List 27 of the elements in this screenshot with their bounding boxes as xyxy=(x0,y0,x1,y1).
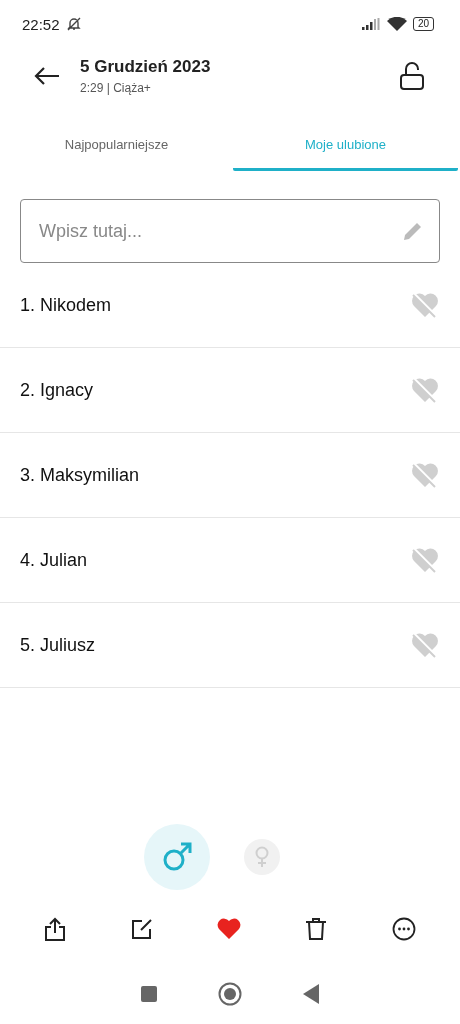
name-text: 2. Ignacy xyxy=(20,379,94,401)
clock-time: 22:52 xyxy=(22,15,60,33)
edit-icon[interactable] xyxy=(130,918,153,940)
battery-icon: 20 xyxy=(412,17,434,31)
name-text: 3. Maksymilian xyxy=(20,464,140,486)
back-arrow-icon[interactable] xyxy=(34,67,60,85)
unlocked-padlock-icon[interactable] xyxy=(400,62,424,90)
header-subtitle: 2:29 | Ciąża+ xyxy=(80,81,152,95)
tab[interactable]: Najpopularniejsze xyxy=(4,124,229,171)
search-field[interactable]: Wpisz tutaj... xyxy=(20,199,440,263)
heart-icon[interactable] xyxy=(216,918,241,940)
name-text: 4. Julian xyxy=(20,549,88,571)
back-nav-icon[interactable] xyxy=(303,984,320,1004)
more-icon[interactable] xyxy=(391,917,416,941)
share-icon[interactable] xyxy=(44,917,67,941)
bell-muted-icon xyxy=(65,16,82,32)
pencil-icon xyxy=(402,220,424,242)
trash-icon[interactable] xyxy=(305,917,328,941)
square-nav-icon[interactable] xyxy=(140,986,157,1002)
female-symbol-icon xyxy=(254,846,270,868)
name-text: 1. Nikodem xyxy=(20,294,112,316)
signal-icon xyxy=(360,18,381,30)
header-title: 5 Grudzień 2023 xyxy=(80,57,212,77)
name-text: 5. Juliusz xyxy=(20,634,96,656)
wifi-icon xyxy=(386,16,407,32)
male-symbol-icon xyxy=(162,842,192,872)
home-nav-icon[interactable] xyxy=(218,982,242,1006)
